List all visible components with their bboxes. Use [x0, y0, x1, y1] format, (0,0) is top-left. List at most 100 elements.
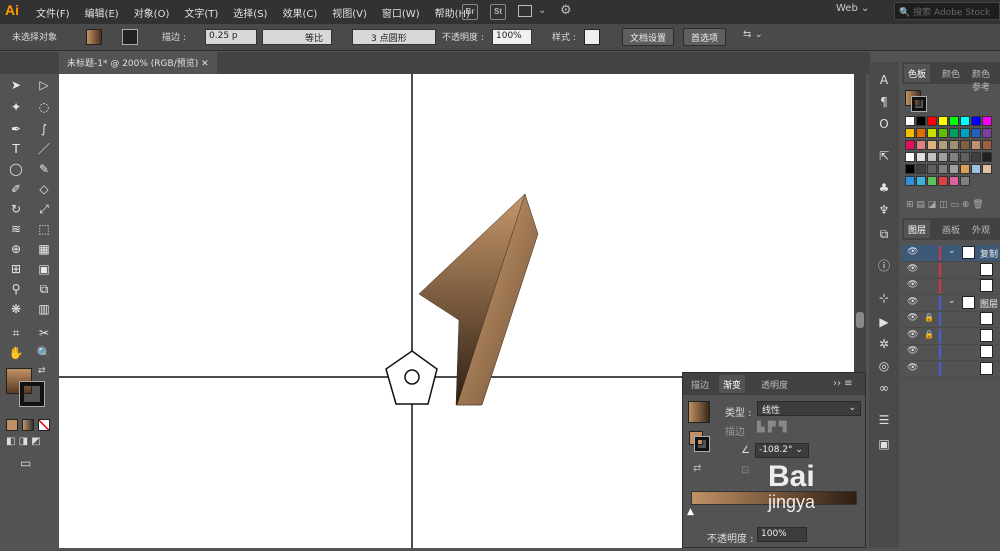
layer-row[interactable]: 👁 [902, 262, 1000, 279]
stroke-align-icons[interactable]: ▙ ▛ ▜ [757, 422, 786, 433]
lasso-tool-icon[interactable]: ◌ [35, 98, 53, 116]
opacity-field[interactable]: 100% [492, 29, 532, 45]
layer-row[interactable]: 👁 复制 ⌄ [902, 245, 1000, 262]
swatch-cell[interactable] [971, 116, 981, 126]
gradient-opacity-field[interactable]: 100% [757, 527, 807, 542]
color-mode-button[interactable] [6, 419, 18, 431]
swatch-cell[interactable] [916, 152, 926, 162]
swatch-cell[interactable] [960, 116, 970, 126]
stroke-swatch[interactable] [122, 29, 138, 45]
layer-row[interactable]: 👁 图层 ⌄ [902, 295, 1000, 312]
swatch-cell[interactable] [971, 152, 981, 162]
reverse-gradient-icon[interactable]: ⇄ [693, 463, 701, 474]
gradient-stroke-swatch-back[interactable] [695, 437, 709, 451]
layer-row[interactable]: 👁 [902, 344, 1000, 361]
swatch-cell[interactable] [949, 152, 959, 162]
menu-file[interactable]: 文件(F) [36, 5, 70, 20]
swatch-cell[interactable] [938, 140, 948, 150]
swatch-cell[interactable] [916, 140, 926, 150]
tab-color-guide[interactable]: 颜色参考 [968, 64, 1000, 93]
tab-layers[interactable]: 图层 [904, 220, 931, 238]
swatch-library-icon[interactable]: ⊞ ▤ ◪ ◫ ▭ ⊕ 🗑 [906, 200, 984, 210]
zoom-tool-icon[interactable]: 🔍 [35, 344, 53, 362]
align-panel-icon[interactable]: ☰ [876, 412, 892, 428]
swatch-cell[interactable] [927, 152, 937, 162]
magic-wand-tool-icon[interactable]: ✦ [7, 98, 25, 116]
swap-colors-icon[interactable]: ⇄ [38, 366, 46, 376]
visibility-eye-icon[interactable]: 👁 [907, 363, 918, 373]
swatch-cell[interactable] [916, 128, 926, 138]
swatch-cell[interactable] [982, 164, 992, 174]
swatch-cell[interactable] [927, 116, 937, 126]
scale-tool-icon[interactable]: ⤢ [35, 200, 53, 218]
shaper-tool-icon[interactable]: ✐ [7, 180, 25, 198]
menu-edit[interactable]: 编辑(E) [85, 5, 119, 20]
swatch-cell[interactable] [982, 152, 992, 162]
fill-swatch[interactable] [86, 29, 102, 45]
slice-tool-icon[interactable]: ✂ [35, 324, 53, 342]
lock-icon[interactable]: 🔒 [924, 330, 934, 339]
shape-builder-tool-icon[interactable]: ⊕ [7, 240, 25, 258]
workspace-switcher[interactable]: Web ⌄ [836, 3, 869, 14]
swatch-cell[interactable] [916, 176, 926, 186]
links-panel-icon[interactable]: ∞ [876, 380, 892, 396]
swatch-cell[interactable] [938, 152, 948, 162]
tab-gradient[interactable]: 渐变 [719, 375, 746, 393]
gradient-mode-button[interactable] [22, 419, 34, 431]
lock-icon[interactable]: 🔒 [924, 313, 934, 322]
chevron-down-icon[interactable]: ⌄ [948, 246, 956, 256]
swatch-cell[interactable] [905, 164, 915, 174]
gpu-performance-icon[interactable]: ⚙ [560, 3, 572, 18]
pentagon-shape[interactable] [385, 350, 438, 405]
swatch-cell[interactable] [905, 152, 915, 162]
gradient-tool-icon[interactable]: ▣ [35, 260, 53, 278]
line-tool-icon[interactable]: ／ [35, 140, 53, 158]
chevron-down-icon[interactable]: ⌄ [948, 296, 956, 306]
eyedropper-tool-icon[interactable]: ⚲ [7, 280, 25, 298]
swatch-cell[interactable] [971, 140, 981, 150]
paintbrush-tool-icon[interactable]: ✎ [35, 160, 53, 178]
tab-stroke[interactable]: 描边 [687, 375, 713, 393]
swatch-cell[interactable] [938, 116, 948, 126]
none-mode-button[interactable] [38, 419, 50, 431]
tab-swatches[interactable]: 色板 [904, 64, 931, 82]
swatch-cell[interactable] [982, 128, 992, 138]
image-trace-panel-icon[interactable]: ⧉ [876, 226, 892, 242]
artboard-tool-icon[interactable]: ⌗ [7, 324, 25, 342]
mesh-tool-icon[interactable]: ⊞ [7, 260, 25, 278]
hand-tool-icon[interactable]: ✋ [7, 344, 25, 362]
swatch-cell[interactable] [949, 140, 959, 150]
export-panel-icon[interactable]: ⇱ [876, 148, 892, 164]
draw-mode-icon[interactable]: ◧ ◨ ◩ [6, 436, 41, 447]
swatch-cell[interactable] [905, 116, 915, 126]
tab-artboards[interactable]: 画板 [938, 220, 964, 238]
gradient-type-select[interactable]: 线性 ⌄ [757, 401, 861, 416]
swatch-cell[interactable] [927, 128, 937, 138]
swatch-cell[interactable] [938, 128, 948, 138]
blend-tool-icon[interactable]: ⧉ [35, 280, 53, 298]
column-graph-tool-icon[interactable]: ▥ [35, 300, 53, 318]
visibility-eye-icon[interactable]: 👁 [907, 280, 918, 290]
swatch-cell[interactable] [927, 164, 937, 174]
eraser-tool-icon[interactable]: ◇ [35, 180, 53, 198]
swatch-cell[interactable] [916, 116, 926, 126]
stock-button[interactable]: St [490, 4, 506, 20]
ellipse-tool-icon[interactable]: ◯ [7, 160, 25, 178]
swatch-cell[interactable] [982, 116, 992, 126]
visibility-eye-icon[interactable]: 👁 [907, 297, 918, 307]
selection-tool-icon[interactable]: ➤ [7, 76, 25, 94]
swatch-cell[interactable] [960, 176, 970, 186]
color-guide-panel-icon[interactable]: ▣ [876, 436, 892, 452]
visibility-eye-icon[interactable]: 👁 [907, 313, 918, 323]
perspective-grid-tool-icon[interactable]: ▦ [35, 240, 53, 258]
gradient-angle-field[interactable]: -108.2° ⌄ [755, 443, 809, 458]
stroke-profile-select[interactable]: 等比 [262, 29, 332, 45]
close-icon[interactable]: ✕ [201, 59, 209, 69]
swatch-cell[interactable] [927, 176, 937, 186]
brush-select[interactable]: 3 点圆形 [352, 29, 436, 45]
width-tool-icon[interactable]: ≋ [7, 220, 25, 238]
tab-color[interactable]: 颜色 [938, 64, 964, 82]
menu-window[interactable]: 窗口(W) [382, 5, 420, 20]
direct-selection-tool-icon[interactable]: ▷ [35, 76, 53, 94]
menu-type[interactable]: 文字(T) [184, 5, 218, 20]
